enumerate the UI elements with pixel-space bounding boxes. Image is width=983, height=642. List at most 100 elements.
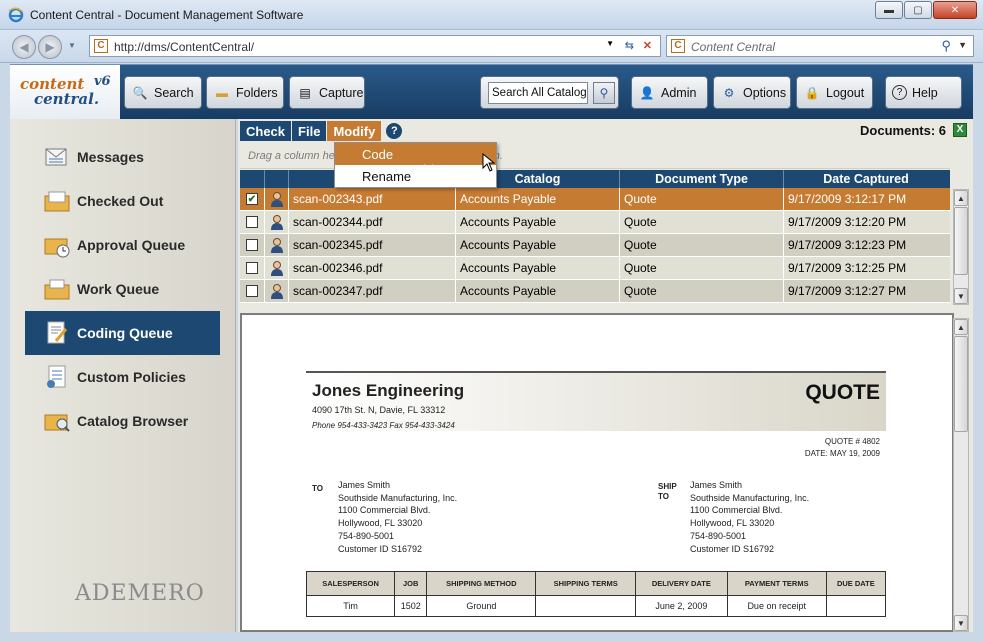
close-button[interactable]: ✕ [933,1,977,19]
table-row[interactable]: ✔ scan-002343.pdf Accounts Payable Quote 9/1… [240,188,950,211]
sidebar-item-messages[interactable]: Messages [25,135,220,179]
quote-ship-to-label: SHIP TO [658,482,677,501]
grid-scrollbar[interactable]: ▲ ▼ [953,189,969,305]
table-row[interactable]: scan-002345.pdf Accounts Payable Quote 9/17… [240,234,950,257]
quote-cell: Due on receipt [726,595,827,617]
row-checkbox[interactable] [246,239,258,251]
search-options-icon[interactable]: ▼ [958,40,967,50]
row-name[interactable]: scan-002343.pdf [289,188,456,210]
viewer-scroll-thumb[interactable] [954,336,968,432]
search-icon[interactable]: ⚲ [941,38,951,54]
row-user-icon-cell [265,188,289,210]
header-document-type[interactable]: Document Type [620,170,784,188]
mouse-cursor-icon [482,153,496,172]
sidebar-item-checked-out[interactable]: Checked Out [25,179,220,223]
row-name[interactable]: scan-002347.pdf [289,280,456,302]
row-select-cell[interactable] [240,257,265,279]
row-name[interactable]: scan-002346.pdf [289,257,456,279]
admin-button[interactable]: 👤 Admin [631,76,708,109]
ademero-logo: ADEMERO [75,581,205,606]
row-select-cell[interactable] [240,211,265,233]
scroll-up-icon[interactable]: ▲ [954,190,968,206]
row-checkbox[interactable] [246,285,258,297]
address-field[interactable]: C http://dms/ContentCentral/ ▼ ⇆ ✕ [89,35,661,57]
grid-scroll-thumb[interactable] [954,207,968,275]
menu-file[interactable]: File [292,121,327,141]
history-dropdown-icon[interactable]: ▼ [68,41,76,50]
main-panel: Check File Modify ? Documents: 6 X Drag … [238,119,973,632]
maximize-button[interactable]: ▢ [904,1,932,19]
quote-cell: Tim [305,595,396,617]
viewer-scrollbar[interactable]: ▲ ▼ [953,318,969,632]
coding-icon [43,319,71,347]
row-name[interactable]: scan-002344.pdf [289,211,456,233]
header-icon[interactable] [265,170,289,188]
quote-col-job: JOB [394,571,428,596]
quote-col-shipping-terms: SHIPPING TERMS [535,571,636,596]
search-all-catalogs-input[interactable]: Search All Catalogs [488,82,588,104]
options-button[interactable]: ⚙ Options [713,76,791,109]
scroll-down-icon[interactable]: ▼ [954,288,968,304]
menu-help-icon[interactable]: ? [386,123,403,139]
table-row[interactable]: scan-002344.pdf Accounts Payable Quote 9/17… [240,211,950,234]
forward-button[interactable]: ▶ [38,35,62,59]
back-button[interactable]: ◀ [12,35,36,59]
quote-col-salesperson: SALESPERSON [305,571,396,596]
browser-search-field[interactable]: C Content Central ⚲ ▼ [666,35,974,57]
row-checkbox[interactable] [246,216,258,228]
capture-button[interactable]: ▤ Capture [289,76,365,109]
capture-icon: ▤ [299,85,311,100]
row-date-captured: 9/17/2009 3:12:20 PM [788,215,907,229]
quote-col-shipping-method: SHIPPING METHOD [426,571,537,596]
row-checkbox[interactable]: ✔ [246,193,258,205]
admin-user-icon: 👤 [639,85,655,100]
sidebar-item-custom-policies[interactable]: Custom Policies [25,355,220,399]
menu-check[interactable]: Check [240,121,292,141]
excel-export-icon[interactable]: X [953,123,967,137]
menu-item-code-documents[interactable]: Code Document(s) [335,143,496,177]
magnifier-icon: 🔍 [132,85,148,100]
header-date-captured[interactable]: Date Captured [784,170,948,188]
viewer-scroll-down-icon[interactable]: ▼ [954,615,968,631]
sidebar-item-catalog-browser[interactable]: Catalog Browser [25,399,220,443]
help-button[interactable]: ? Help [885,76,962,109]
browser-address-bar: ◀ ▶ ▼ C http://dms/ContentCentral/ ▼ ⇆ ✕… [0,30,983,63]
row-user-icon-cell [265,234,289,256]
table-row[interactable]: scan-002347.pdf Accounts Payable Quote 9/17… [240,280,950,303]
row-select-cell[interactable] [240,234,265,256]
row-catalog: Accounts Payable [456,188,620,210]
address-text[interactable]: http://dms/ContentCentral/ [114,40,254,54]
sidebar-item-coding-queue[interactable]: Coding Queue [25,311,220,355]
row-user-icon-cell [265,257,289,279]
row-select-cell[interactable] [240,280,265,302]
row-document-type: Quote [620,257,784,279]
user-icon [270,238,283,253]
header-select[interactable] [240,170,265,188]
search-button[interactable]: 🔍 Search [124,76,202,109]
refresh-icon[interactable]: ⇆ [625,39,634,52]
folders-button[interactable]: ▬ Folders [206,76,284,109]
stop-icon[interactable]: ✕ [643,39,652,52]
quote-col-delivery-date: DELIVERY DATE [635,571,728,596]
sidebar-item-work-queue[interactable]: Work Queue [25,267,220,311]
sidebar-item-approval-queue[interactable]: Approval Queue [25,223,220,267]
row-select-cell[interactable]: ✔ [240,188,265,210]
viewer-scroll-up-icon[interactable]: ▲ [954,319,968,335]
quote-number: QUOTE # 4802 [824,437,880,446]
catalog-search-go-icon[interactable]: ⚲ [593,82,615,104]
row-checkbox[interactable] [246,262,258,274]
search-placeholder: Content Central [691,40,776,54]
address-dropdown-icon[interactable]: ▼ [606,39,614,48]
modify-dropdown: Code Document(s) Rename [334,142,497,188]
logout-button[interactable]: 🔒 Logout [796,76,873,109]
approval-folder-icon [43,231,71,259]
documents-count: Documents: 6 [860,123,946,138]
row-name[interactable]: scan-002345.pdf [289,234,456,256]
folder-icon: ▬ [216,85,228,100]
user-icon [270,284,283,299]
menu-modify[interactable]: Modify [327,121,382,141]
row-user-icon-cell [265,211,289,233]
minimize-button[interactable]: ▬ [875,1,903,19]
logo-version: v6 [94,74,111,89]
table-row[interactable]: scan-002346.pdf Accounts Payable Quote 9/17… [240,257,950,280]
